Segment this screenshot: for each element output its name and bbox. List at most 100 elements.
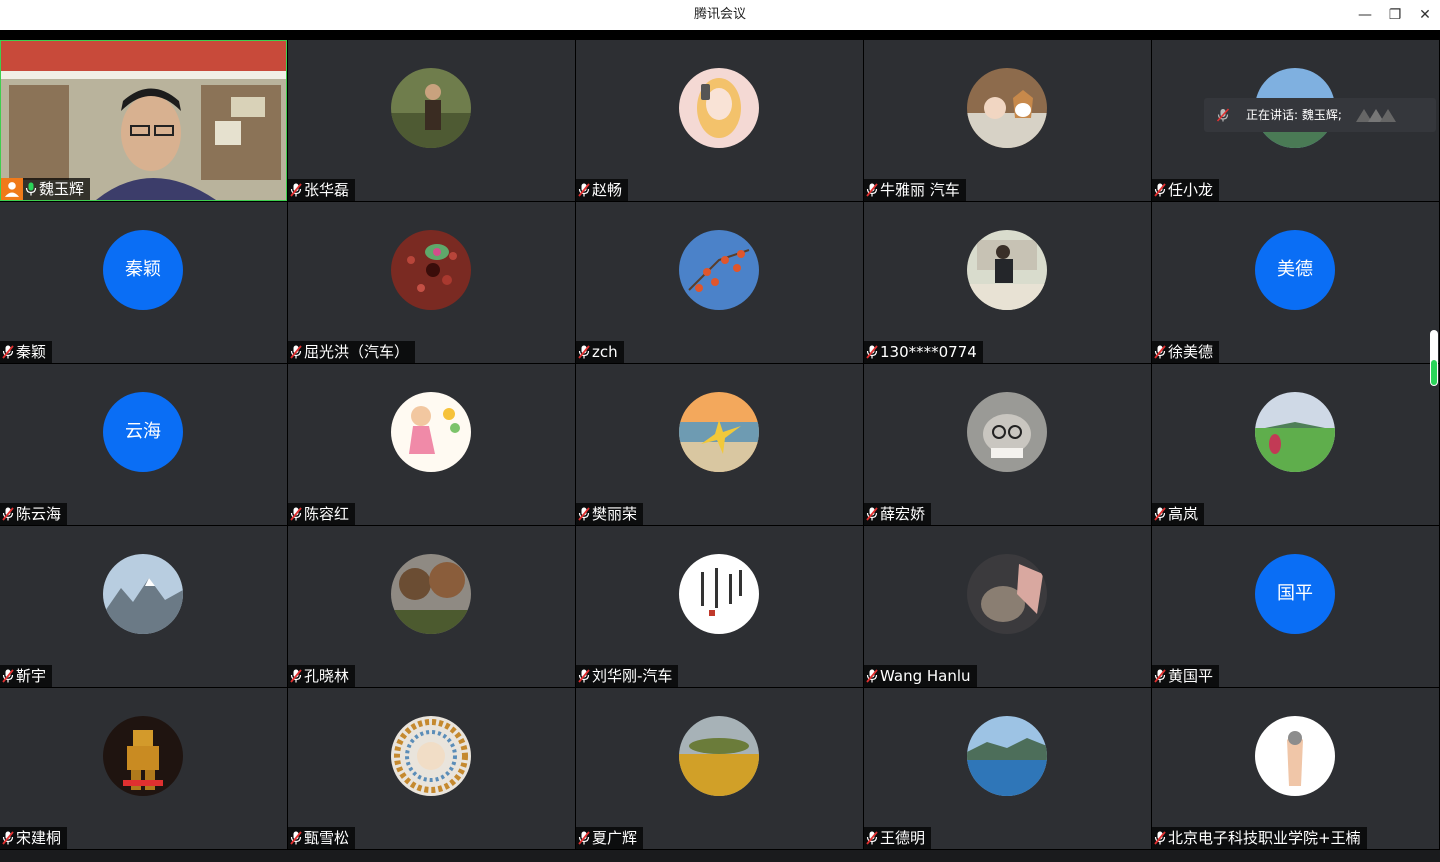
mic-muted-icon[interactable] xyxy=(290,507,302,521)
participant-nameplate: 屈光洪（汽车） xyxy=(288,341,416,363)
participant-tile[interactable]: 云海陈云海 xyxy=(0,364,287,525)
participant-nameplate: zch xyxy=(576,341,624,363)
participant-tile[interactable]: Wang Hanlu xyxy=(864,526,1151,687)
participant-name: 屈光洪（汽车） xyxy=(304,343,410,361)
mic-muted-icon[interactable] xyxy=(2,345,14,359)
scrollbar-thumb[interactable] xyxy=(1431,360,1437,385)
mic-muted-icon[interactable] xyxy=(866,669,878,683)
participant-nameplate: 牛雅丽 汽车 xyxy=(864,179,966,201)
participant-name: 甄雪松 xyxy=(304,829,350,847)
mic-muted-icon[interactable] xyxy=(1154,183,1166,197)
mic-muted-icon[interactable] xyxy=(290,669,302,683)
close-button[interactable]: ✕ xyxy=(1410,0,1440,30)
participant-tile[interactable]: 屈光洪（汽车） xyxy=(288,202,575,363)
participant-nameplate: 北京电子科技职业学院+王楠 xyxy=(1152,827,1367,849)
bottom-toolbar-edge xyxy=(0,850,1440,862)
participant-tile[interactable]: 130****0774 xyxy=(864,202,1151,363)
avatar xyxy=(967,68,1047,148)
participant-nameplate: 王德明 xyxy=(864,827,932,849)
mic-muted-icon[interactable] xyxy=(290,831,302,845)
avatar xyxy=(391,716,471,796)
participant-tile[interactable]: 魏玉辉 xyxy=(0,40,287,201)
participant-tile[interactable]: 美德 徐美德 xyxy=(1152,202,1439,363)
top-divider xyxy=(0,30,1440,40)
avatar: 云海 xyxy=(103,392,183,472)
mic-muted-icon[interactable] xyxy=(866,507,878,521)
participant-tile[interactable]: 靳宇 xyxy=(0,526,287,687)
participant-nameplate: 黄国平 xyxy=(1152,665,1220,687)
participant-tile[interactable]: 王德明 xyxy=(864,688,1151,849)
participant-nameplate: 陈云海 xyxy=(0,503,68,525)
mic-muted-icon[interactable] xyxy=(578,669,590,683)
mic-muted-icon[interactable] xyxy=(2,669,14,683)
participant-tile[interactable]: zch xyxy=(576,202,863,363)
participant-tile[interactable]: 赵畅 xyxy=(576,40,863,201)
minimize-button[interactable]: — xyxy=(1350,0,1380,30)
participant-tile[interactable]: 宋建桐 xyxy=(0,688,287,849)
mic-muted-icon[interactable] xyxy=(578,183,590,197)
participant-nameplate: 宋建桐 xyxy=(0,827,68,849)
participant-tile[interactable]: 秦颖 秦颖 xyxy=(0,202,287,363)
participant-nameplate: 秦颖 xyxy=(0,341,53,363)
mic-muted-icon[interactable] xyxy=(290,183,302,197)
participant-name: 魏玉辉 xyxy=(39,180,85,198)
mic-muted-icon[interactable] xyxy=(290,345,302,359)
participant-name: 张华磊 xyxy=(304,181,350,199)
avatar xyxy=(679,230,759,310)
participant-nameplate: 甄雪松 xyxy=(288,827,356,849)
participant-nameplate: 陈容红 xyxy=(288,503,356,525)
grid-scrollbar[interactable] xyxy=(1430,330,1438,386)
participant-name: 夏广辉 xyxy=(592,829,638,847)
avatar xyxy=(967,716,1047,796)
participant-nameplate: 靳宇 xyxy=(0,665,53,687)
participant-tile[interactable]: 张华磊 xyxy=(288,40,575,201)
title-bar: 腾讯会议 — ❐ ✕ xyxy=(0,0,1440,30)
mic-muted-icon[interactable] xyxy=(578,831,590,845)
window-title: 腾讯会议 xyxy=(693,7,746,22)
avatar xyxy=(1255,392,1335,472)
avatar xyxy=(391,230,471,310)
participant-name: 牛雅丽 汽车 xyxy=(880,181,960,199)
participant-tile[interactable]: 刘华刚-汽车 xyxy=(576,526,863,687)
mic-muted-icon[interactable] xyxy=(1154,831,1166,845)
speaking-label: 正在讲话: 魏玉辉; xyxy=(1246,108,1342,122)
mic-muted-icon[interactable] xyxy=(578,345,590,359)
participant-tile[interactable]: 国平黄国平 xyxy=(1152,526,1439,687)
participant-tile[interactable]: 甄雪松 xyxy=(288,688,575,849)
mic-muted-icon[interactable] xyxy=(2,831,14,845)
mic-muted-icon xyxy=(1216,108,1230,122)
participant-nameplate: 魏玉辉 xyxy=(1,178,91,200)
participant-nameplate: 薛宏娇 xyxy=(864,503,932,525)
participant-name: 高岚 xyxy=(1168,505,1199,523)
participant-nameplate: 任小龙 xyxy=(1152,179,1220,201)
participant-tile[interactable]: 北京电子科技职业学院+王楠 xyxy=(1152,688,1439,849)
restore-button[interactable]: ❐ xyxy=(1380,0,1410,30)
participant-name: 王德明 xyxy=(880,829,926,847)
mic-muted-icon[interactable] xyxy=(1154,507,1166,521)
avatar: 美德 xyxy=(1255,230,1335,310)
participant-tile[interactable]: 夏广辉 xyxy=(576,688,863,849)
mic-muted-icon[interactable] xyxy=(866,345,878,359)
participant-tile[interactable]: 樊丽荣 xyxy=(576,364,863,525)
participant-name: 秦颖 xyxy=(16,343,47,361)
mic-muted-icon[interactable] xyxy=(2,507,14,521)
mic-muted-icon[interactable] xyxy=(1154,669,1166,683)
mic-on-icon[interactable] xyxy=(25,182,37,196)
participant-tile[interactable]: 薛宏娇 xyxy=(864,364,1151,525)
avatar xyxy=(391,554,471,634)
avatar: 国平 xyxy=(1255,554,1335,634)
mic-muted-icon[interactable] xyxy=(1154,345,1166,359)
participant-tile[interactable]: 高岚 xyxy=(1152,364,1439,525)
participant-tile[interactable]: 孔晓林 xyxy=(288,526,575,687)
participant-name: zch xyxy=(592,343,618,361)
participant-nameplate: 樊丽荣 xyxy=(576,503,644,525)
participant-tile[interactable]: 陈容红 xyxy=(288,364,575,525)
avatar xyxy=(679,392,759,472)
mic-muted-icon[interactable] xyxy=(866,183,878,197)
participant-name: 任小龙 xyxy=(1168,181,1214,199)
avatar xyxy=(103,554,183,634)
mic-muted-icon[interactable] xyxy=(578,507,590,521)
participant-tile[interactable]: 牛雅丽 汽车 xyxy=(864,40,1151,201)
mic-muted-icon[interactable] xyxy=(866,831,878,845)
participant-name: 黄国平 xyxy=(1168,667,1214,685)
